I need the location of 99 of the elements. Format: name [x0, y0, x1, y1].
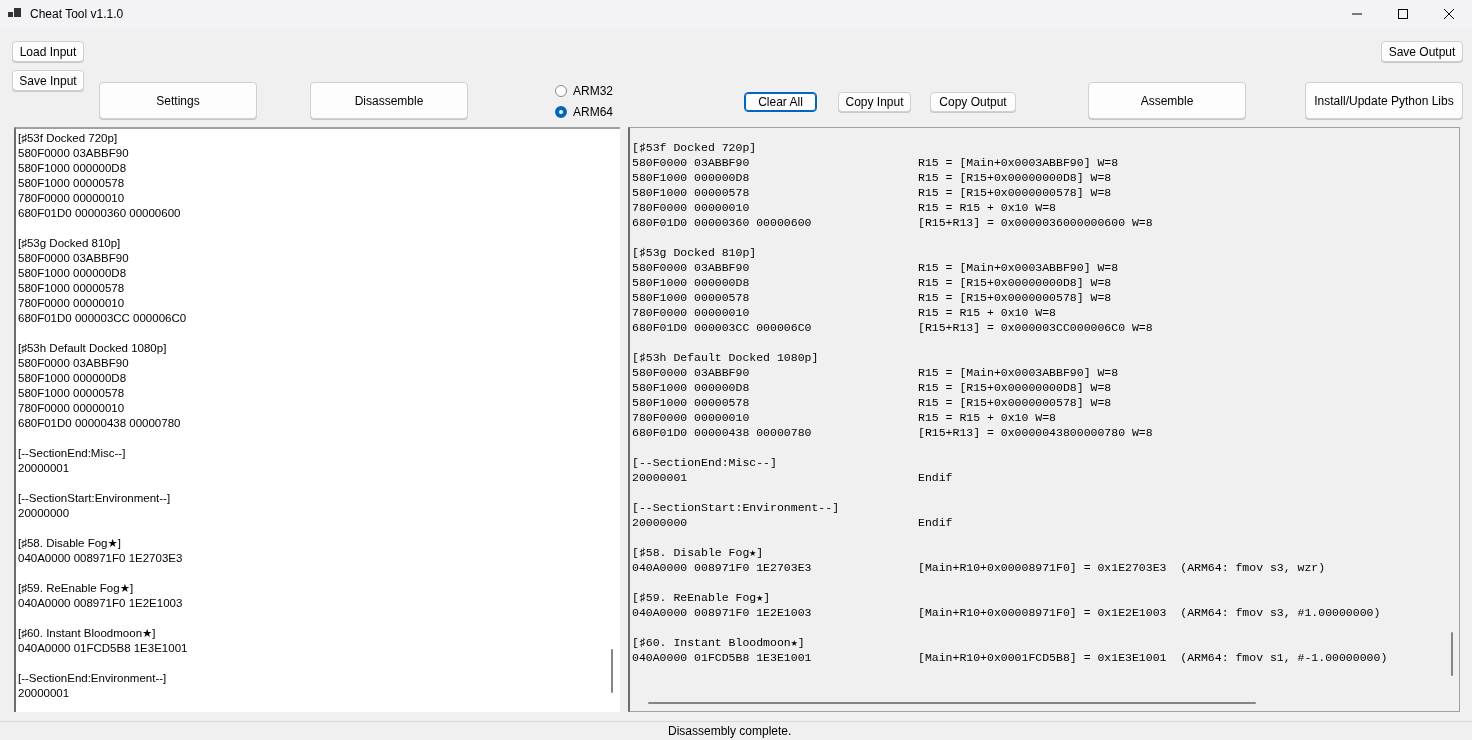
- code-line: 580F0000 03ABBF90: [632, 365, 751, 381]
- disassembly-text: [R15+R13] = 0x0000043800000780 W=8: [918, 425, 1153, 441]
- code-line: [--SectionEnd:Misc--]: [18, 446, 127, 462]
- code-line: 780F0000 00000010: [18, 296, 126, 312]
- disassembly-text: [Main+R10+0x0001FCD5B8] = 0x1E3E1001 (ARM64: fmov s1, #-1.00000000): [918, 650, 1388, 666]
- code-line: 780F0000 00000010: [18, 191, 126, 207]
- code-line: [--SectionEnd:Misc--]: [632, 455, 778, 471]
- code-line: [--SectionStart:Environment--]: [632, 500, 841, 516]
- disassembly-text: [R15+R13] = 0x0000036000000600 W=8: [918, 215, 1153, 231]
- code-line: [♯58. Disable Fog★]: [18, 536, 122, 552]
- code-line: [♯53f Docked 720p]: [632, 140, 758, 156]
- toolbar-button[interactable]: Save Output: [1381, 41, 1463, 62]
- disassembly-text: R15 = [R15+0x00000000D8] W=8: [918, 275, 1112, 291]
- maximize-icon: [1398, 9, 1408, 19]
- code-line: 040A0000 01FCD5B8 1E3E1001: [632, 650, 813, 666]
- disassembly-text: R15 = R15 + 0x10 W=8: [918, 305, 1057, 321]
- toolbar-button[interactable]: Load Input: [12, 41, 84, 62]
- code-line: 580F1000 000000D8: [632, 275, 751, 291]
- code-line: 580F1000 00000578: [18, 281, 126, 297]
- toolbar-button[interactable]: Copy Input: [838, 92, 911, 112]
- code-line: 20000001: [18, 461, 71, 477]
- input-editor[interactable]: [14, 127, 620, 713]
- code-line: 780F0000 00000010: [18, 401, 126, 417]
- disassembly-text: R15 = [R15+0x0000000578] W=8: [918, 395, 1112, 411]
- code-line: 040A0000 008971F0 1E2E1003: [632, 605, 813, 621]
- close-icon: [1444, 9, 1454, 19]
- code-line: 680F01D0 000003CC 000006C0: [632, 320, 813, 336]
- code-line: 580F0000 03ABBF90: [18, 356, 130, 372]
- status-text: Disassembly complete.: [668, 724, 792, 739]
- code-line: 20000000: [632, 515, 689, 531]
- code-line: [♯59. ReEnable Fog★]: [632, 590, 772, 606]
- code-line: 040A0000 008971F0 1E2E1003: [18, 596, 184, 612]
- code-line: [--SectionEnd:Environment--]: [18, 671, 168, 687]
- disassembly-text: [Main+R10+0x00008971F0] = 0x1E2E1003 (ARM64: fmov s3, #1.00000000): [918, 605, 1381, 621]
- disassembly-text: R15 = [R15+0x0000000578] W=8: [918, 290, 1112, 306]
- scrollbar-thumb[interactable]: [611, 649, 613, 694]
- code-line: 580F1000 00000578: [632, 395, 751, 411]
- code-line: 20000001: [18, 686, 71, 702]
- code-line: [♯60. Instant Bloodmoon★]: [18, 626, 157, 642]
- toolbar-button[interactable]: Clear All: [744, 92, 817, 112]
- code-line: [♯53h Default Docked 1080p]: [632, 350, 820, 366]
- disassembly-text: [R15+R13] = 0x000003CC000006C0 W=8: [918, 320, 1153, 336]
- arch-radio[interactable]: ARM64: [555, 101, 613, 122]
- code-line: 680F01D0 00000360 00000600: [18, 206, 182, 222]
- code-line: 580F1000 000000D8: [18, 371, 128, 387]
- toolbar-button[interactable]: Assemble: [1088, 82, 1246, 119]
- code-line: 580F1000 000000D8: [18, 161, 128, 177]
- disassembly-text: Endif: [918, 515, 953, 531]
- code-line: 680F01D0 00000438 00000780: [18, 416, 182, 432]
- scrollbar-thumb[interactable]: [1451, 632, 1453, 677]
- disassembly-text: R15 = [Main+0x0003ABBF90] W=8: [918, 155, 1119, 171]
- code-line: 580F0000 03ABBF90: [632, 155, 751, 171]
- code-line: [♯60. Instant Bloodmoon★]: [632, 635, 806, 651]
- toolbar-button[interactable]: Disassemble: [310, 82, 468, 119]
- disassembly-text: R15 = R15 + 0x10 W=8: [918, 410, 1057, 426]
- code-line: 580F1000 00000578: [632, 185, 751, 201]
- code-line: 580F1000 000000D8: [18, 266, 128, 282]
- toolbar-button[interactable]: Copy Output: [930, 92, 1016, 112]
- code-line: 580F1000 00000578: [632, 290, 751, 306]
- code-line: 680F01D0 00000360 00000600: [632, 215, 813, 231]
- code-line: 580F0000 03ABBF90: [18, 251, 130, 267]
- disassembly-text: R15 = [R15+0x0000000578] W=8: [918, 185, 1112, 201]
- code-line: 040A0000 008971F0 1E2703E3: [18, 551, 184, 567]
- code-line: [♯53g Docked 810p]: [632, 245, 758, 261]
- code-line: [♯59. ReEnable Fog★]: [18, 581, 135, 597]
- code-line: [♯53h Default Docked 1080p]: [18, 341, 168, 357]
- window-title: Cheat Tool v1.1.0: [30, 7, 125, 21]
- disassembly-text: R15 = [Main+0x0003ABBF90] W=8: [918, 260, 1119, 276]
- code-line: 780F0000 00000010: [632, 305, 751, 321]
- code-line: 780F0000 00000010: [632, 200, 751, 216]
- code-line: [♯53f Docked 720p]: [18, 131, 119, 147]
- code-line: 580F1000 000000D8: [632, 380, 751, 396]
- code-line: 580F1000 000000D8: [632, 170, 751, 186]
- arch-radio[interactable]: ARM32: [555, 80, 613, 101]
- code-line: 580F1000 00000578: [18, 386, 126, 402]
- code-line: 780F0000 00000010: [632, 410, 751, 426]
- disassembly-text: [Main+R10+0x00008971F0] = 0x1E2703E3 (ARM64: fmov s3, wzr): [918, 560, 1326, 576]
- code-line: 040A0000 008971F0 1E2703E3: [632, 560, 813, 576]
- settings-button[interactable]: Settings: [99, 82, 257, 119]
- disassembly-text: Endif: [918, 470, 953, 486]
- code-line: 680F01D0 000003CC 000006C0: [18, 311, 188, 327]
- code-line: 580F0000 03ABBF90: [632, 260, 751, 276]
- disassembly-text: R15 = R15 + 0x10 W=8: [918, 200, 1057, 216]
- disassembly-text: R15 = [Main+0x0003ABBF90] W=8: [918, 365, 1119, 381]
- code-line: [♯58. Disable Fog★]: [632, 545, 765, 561]
- code-line: 580F1000 00000578: [18, 176, 126, 192]
- app-icon: [8, 8, 22, 20]
- code-line: [--SectionStart:Environment--]: [18, 491, 172, 507]
- toolbar-button[interactable]: Install/Update Python Libs: [1305, 82, 1463, 119]
- scrollbar-thumb[interactable]: [648, 702, 1256, 705]
- toolbar-button[interactable]: Save Input: [12, 70, 84, 91]
- disassembly-text: R15 = [R15+0x00000000D8] W=8: [918, 380, 1112, 396]
- code-line: 20000001: [632, 470, 689, 486]
- code-line: 20000000: [18, 506, 71, 522]
- code-line: 040A0000 01FCD5B8 1E3E1001: [18, 641, 188, 657]
- code-line: 680F01D0 00000438 00000780: [632, 425, 813, 441]
- code-line: [♯53g Docked 810p]: [18, 236, 122, 252]
- disassembly-text: R15 = [R15+0x00000000D8] W=8: [918, 170, 1112, 186]
- code-line: 580F0000 03ABBF90: [18, 146, 130, 162]
